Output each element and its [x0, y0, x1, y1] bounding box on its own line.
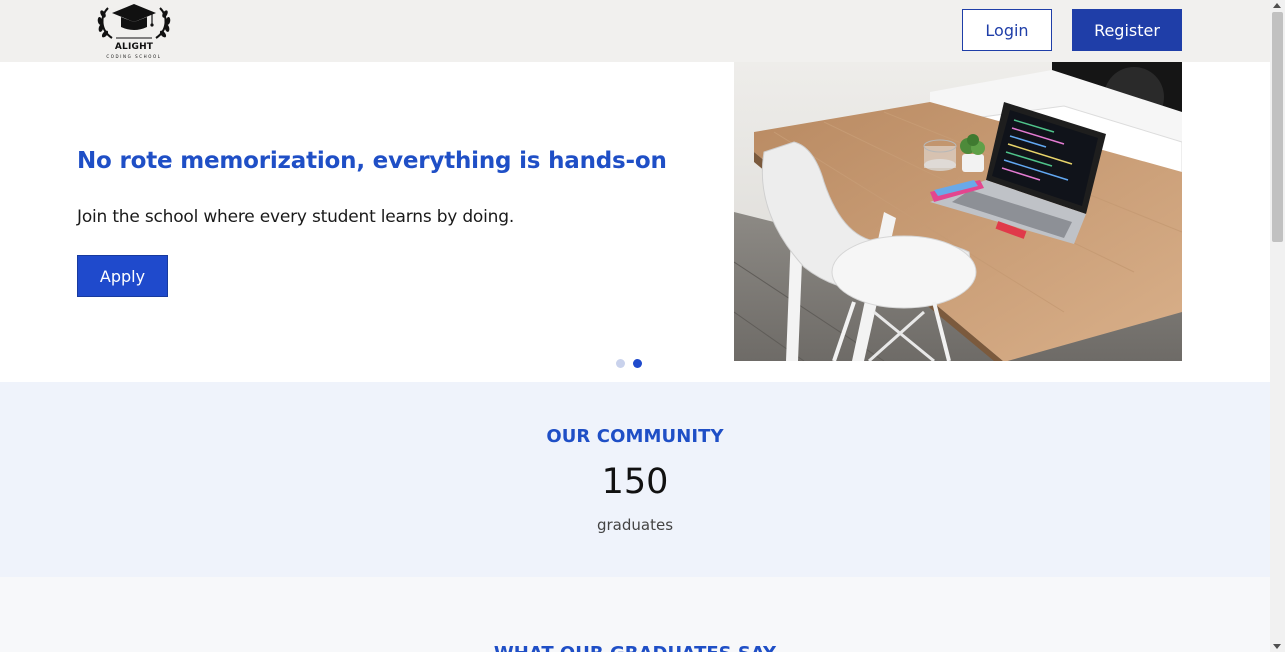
site-header: ALIGHT CODING SCHOOL Login Register [0, 0, 1270, 62]
apply-button[interactable]: Apply [77, 255, 168, 297]
scroll-thumb[interactable] [1272, 12, 1283, 242]
community-section: OUR COMMUNITY 150 graduates [0, 382, 1270, 577]
graduates-label: graduates [596, 516, 674, 534]
login-button[interactable]: Login [962, 9, 1052, 51]
scroll-up-arrow-icon[interactable] [1273, 3, 1281, 8]
hero-subtitle: Join the school where every student lear… [77, 207, 515, 227]
logo-subtitle: CODING SCHOOL [106, 54, 162, 59]
scroll-down-arrow-icon[interactable] [1273, 644, 1281, 649]
page: ALIGHT CODING SCHOOL Login Register No r… [0, 0, 1270, 652]
logo-name: ALIGHT [114, 42, 154, 52]
carousel-dot-1[interactable] [616, 359, 625, 368]
site-logo[interactable]: ALIGHT CODING SCHOOL [94, 0, 174, 62]
hero-carousel: No rote memorization, everything is hand… [0, 62, 1270, 382]
page-scrollbar[interactable] [1270, 0, 1285, 652]
desk-laptop-photo [734, 62, 1182, 361]
graduates-count: 150 [601, 462, 669, 502]
testimonials-section: WHAT OUR GRADUATES SAY [0, 577, 1270, 652]
hero-image [734, 62, 1182, 361]
testimonials-title: WHAT OUR GRADUATES SAY [0, 643, 1270, 652]
hero-title: No rote memorization, everything is hand… [77, 148, 667, 174]
carousel-dot-2[interactable] [633, 359, 642, 368]
carousel-indicators [616, 359, 642, 369]
community-title: OUR COMMUNITY [546, 426, 724, 447]
register-button[interactable]: Register [1072, 9, 1182, 51]
graduation-cap-logo-icon [97, 4, 171, 39]
